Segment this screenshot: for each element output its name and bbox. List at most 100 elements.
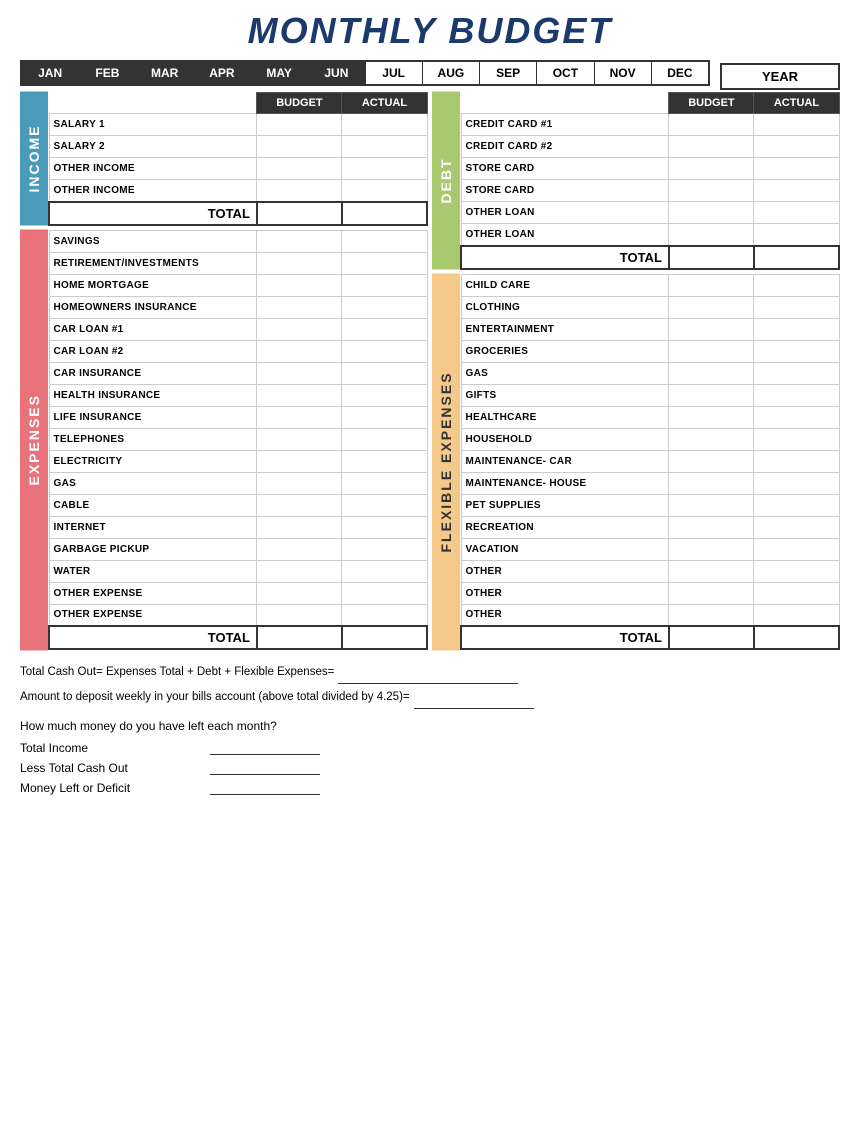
flex-recreation-budget[interactable]	[669, 516, 754, 538]
month-tab-aug[interactable]: AUG	[423, 62, 480, 84]
exp-other2-budget[interactable]	[257, 604, 342, 626]
flex-recreation-actual[interactable]	[754, 516, 839, 538]
income-total-budget[interactable]	[257, 202, 342, 225]
flex-other3-actual[interactable]	[754, 604, 839, 626]
flex-vacation-actual[interactable]	[754, 538, 839, 560]
debt-total-budget[interactable]	[669, 246, 754, 269]
flex-maintcar-budget[interactable]	[669, 450, 754, 472]
exp-homeowners-actual[interactable]	[342, 296, 427, 318]
exp-internet-budget[interactable]	[257, 516, 342, 538]
exp-internet-actual[interactable]	[342, 516, 427, 538]
income-row-1-budget[interactable]	[257, 114, 342, 136]
exp-carloan2-actual[interactable]	[342, 340, 427, 362]
exp-carloan2-budget[interactable]	[257, 340, 342, 362]
flex-gas-actual[interactable]	[754, 362, 839, 384]
flex-other1-budget[interactable]	[669, 560, 754, 582]
flex-groceries-actual[interactable]	[754, 340, 839, 362]
footer-line-2-input[interactable]	[414, 693, 534, 709]
income-row-2-budget[interactable]	[257, 136, 342, 158]
flex-maintcar-actual[interactable]	[754, 450, 839, 472]
flex-vacation-budget[interactable]	[669, 538, 754, 560]
exp-lifeins-budget[interactable]	[257, 406, 342, 428]
exp-mortgage-actual[interactable]	[342, 274, 427, 296]
debt-cc1-actual[interactable]	[754, 114, 839, 136]
income-row-2-actual[interactable]	[342, 136, 427, 158]
flex-petsupplies-budget[interactable]	[669, 494, 754, 516]
exp-gas-actual[interactable]	[342, 472, 427, 494]
debt-cc2-actual[interactable]	[754, 136, 839, 158]
debt-loan2-budget[interactable]	[669, 224, 754, 246]
month-tab-mar[interactable]: MAR	[137, 62, 194, 84]
debt-cc2-budget[interactable]	[669, 136, 754, 158]
exp-other2-actual[interactable]	[342, 604, 427, 626]
income-row-1-actual[interactable]	[342, 114, 427, 136]
exp-retirement-actual[interactable]	[342, 252, 427, 274]
exp-water-actual[interactable]	[342, 560, 427, 582]
exp-retirement-budget[interactable]	[257, 252, 342, 274]
year-box[interactable]: YEAR	[720, 63, 840, 90]
flex-mainthouse-budget[interactable]	[669, 472, 754, 494]
flex-household-budget[interactable]	[669, 428, 754, 450]
flex-household-actual[interactable]	[754, 428, 839, 450]
income-total-actual[interactable]	[342, 202, 427, 225]
flex-gas-budget[interactable]	[669, 362, 754, 384]
debt-cc1-budget[interactable]	[669, 114, 754, 136]
month-tab-dec[interactable]: DEC	[652, 62, 708, 84]
exp-healthins-actual[interactable]	[342, 384, 427, 406]
debt-total-actual[interactable]	[754, 246, 839, 269]
exp-water-budget[interactable]	[257, 560, 342, 582]
income-row-4-actual[interactable]	[342, 180, 427, 202]
month-tab-apr[interactable]: APR	[194, 62, 251, 84]
debt-loan1-budget[interactable]	[669, 202, 754, 224]
exp-lifeins-actual[interactable]	[342, 406, 427, 428]
debt-loan2-actual[interactable]	[754, 224, 839, 246]
flex-entertainment-budget[interactable]	[669, 318, 754, 340]
flex-clothing-actual[interactable]	[754, 296, 839, 318]
flex-gifts-budget[interactable]	[669, 384, 754, 406]
income-row-4-budget[interactable]	[257, 180, 342, 202]
debt-store1-actual[interactable]	[754, 158, 839, 180]
exp-carloan1-budget[interactable]	[257, 318, 342, 340]
expenses-total-actual[interactable]	[342, 626, 427, 649]
month-tab-nov[interactable]: NOV	[595, 62, 652, 84]
month-tab-jul[interactable]: JUL	[366, 62, 423, 84]
flexible-total-budget[interactable]	[669, 626, 754, 649]
flex-healthcare-budget[interactable]	[669, 406, 754, 428]
flex-childcare-budget[interactable]	[669, 274, 754, 296]
debt-store1-budget[interactable]	[669, 158, 754, 180]
month-tab-may[interactable]: MAY	[251, 62, 308, 84]
exp-carins-budget[interactable]	[257, 362, 342, 384]
exp-telephones-actual[interactable]	[342, 428, 427, 450]
flex-other2-actual[interactable]	[754, 582, 839, 604]
flex-groceries-budget[interactable]	[669, 340, 754, 362]
flex-healthcare-actual[interactable]	[754, 406, 839, 428]
month-tab-feb[interactable]: FEB	[79, 62, 136, 84]
exp-carloan1-actual[interactable]	[342, 318, 427, 340]
month-tab-jun[interactable]: JUN	[308, 62, 365, 84]
flex-childcare-actual[interactable]	[754, 274, 839, 296]
exp-mortgage-budget[interactable]	[257, 274, 342, 296]
summary-cashout-input[interactable]	[210, 759, 320, 775]
summary-income-input[interactable]	[210, 739, 320, 755]
income-row-3-actual[interactable]	[342, 158, 427, 180]
exp-other1-actual[interactable]	[342, 582, 427, 604]
footer-line-1-input[interactable]	[338, 668, 518, 684]
flex-other3-budget[interactable]	[669, 604, 754, 626]
flex-other2-budget[interactable]	[669, 582, 754, 604]
flexible-total-actual[interactable]	[754, 626, 839, 649]
exp-electricity-budget[interactable]	[257, 450, 342, 472]
exp-telephones-budget[interactable]	[257, 428, 342, 450]
flex-gifts-actual[interactable]	[754, 384, 839, 406]
exp-cable-budget[interactable]	[257, 494, 342, 516]
month-tab-jan[interactable]: JAN	[22, 62, 79, 84]
exp-other1-budget[interactable]	[257, 582, 342, 604]
exp-electricity-actual[interactable]	[342, 450, 427, 472]
flex-mainthouse-actual[interactable]	[754, 472, 839, 494]
flex-clothing-budget[interactable]	[669, 296, 754, 318]
exp-carins-actual[interactable]	[342, 362, 427, 384]
expenses-total-budget[interactable]	[257, 626, 342, 649]
exp-cable-actual[interactable]	[342, 494, 427, 516]
exp-gas-budget[interactable]	[257, 472, 342, 494]
debt-store2-budget[interactable]	[669, 180, 754, 202]
month-tab-oct[interactable]: OCT	[537, 62, 594, 84]
